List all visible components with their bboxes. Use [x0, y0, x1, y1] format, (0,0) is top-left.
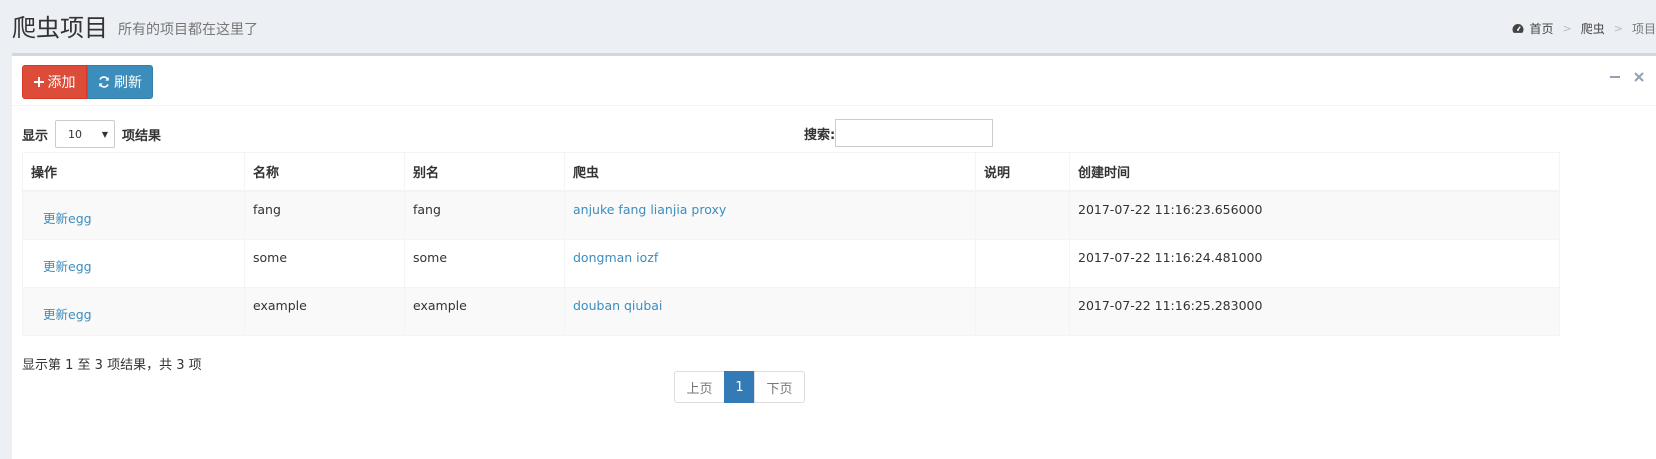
name-cell: example [244, 286, 405, 336]
page-length-select[interactable]: 10 ▼ [55, 120, 116, 148]
page-number-button[interactable]: 1 [724, 371, 755, 403]
page-subtitle: 所有的项目都在这里了 [118, 22, 258, 38]
add-button[interactable]: 添加 [22, 65, 87, 99]
column-header-created-time[interactable]: 创建时间 [1069, 152, 1560, 192]
operation-cell: 更新egg [22, 238, 245, 288]
created-time-cell: 2017-07-22 11:16:23.656000 [1069, 190, 1560, 240]
description-cell [975, 238, 1070, 288]
previous-page-button[interactable]: 上页 [674, 371, 725, 403]
description-cell [975, 286, 1070, 336]
name-cell: some [244, 238, 405, 288]
column-header-spiders[interactable]: 爬虫 [564, 152, 976, 192]
refresh-button-label: 刷新 [114, 75, 142, 91]
update-egg-link[interactable]: 更新egg [43, 307, 92, 322]
spiders-cell: douban qiubai [564, 286, 976, 336]
table-info: 显示第 1 至 3 项结果，共 3 项 [22, 358, 202, 373]
page-length-value: 10 [68, 127, 83, 141]
update-egg-link[interactable]: 更新egg [43, 259, 92, 274]
add-button-label: 添加 [47, 75, 76, 91]
column-header-alias[interactable]: 别名 [404, 152, 565, 192]
next-page-button[interactable]: 下页 [754, 371, 805, 403]
created-time-cell: 2017-07-22 11:16:25.283000 [1069, 286, 1560, 336]
column-header-name[interactable]: 名称 [244, 152, 405, 192]
description-cell [975, 190, 1070, 240]
times-icon[interactable] [1634, 70, 1644, 86]
search-input[interactable] [835, 119, 994, 147]
projects-box: 添加 刷新 显示 10 ▼ 项结果 搜索: 操作 名称 别名 爬虫 说明 创建时… [12, 53, 1656, 459]
table-row: 更新egg example example douban qiubai 2017… [22, 286, 1560, 336]
pagination: 上页 1 下页 [674, 371, 805, 403]
box-header: 添加 刷新 [12, 56, 1656, 106]
refresh-icon [98, 76, 110, 88]
alias-cell: some [404, 238, 565, 288]
name-cell: fang [244, 190, 405, 240]
search-label: 搜索: [804, 127, 836, 143]
page-title: 爬虫项目 [12, 14, 108, 42]
created-time-cell: 2017-07-22 11:16:24.481000 [1069, 238, 1560, 288]
operation-cell: 更新egg [22, 190, 245, 240]
projects-table: 操作 名称 别名 爬虫 说明 创建时间 更新egg fang fang anju… [22, 152, 1560, 336]
breadcrumb-current: 项目 [1631, 22, 1656, 36]
operation-cell: 更新egg [22, 286, 245, 336]
plus-icon [33, 77, 44, 87]
breadcrumb-separator: > [1613, 22, 1623, 35]
spiders-link[interactable]: dongman iozf [573, 250, 658, 265]
table-header-row: 操作 名称 别名 爬虫 说明 创建时间 [22, 152, 1560, 192]
column-header-operation[interactable]: 操作 [22, 152, 245, 192]
alias-cell: example [404, 286, 565, 336]
search-control: 搜索: [804, 119, 994, 147]
column-header-description[interactable]: 说明 [975, 152, 1070, 192]
page-length-control: 显示 10 ▼ 项结果 [22, 120, 161, 148]
refresh-button[interactable]: 刷新 [87, 65, 153, 99]
caret-down-icon: ▼ [101, 129, 109, 139]
breadcrumb-separator: > [1562, 22, 1572, 35]
update-egg-link[interactable]: 更新egg [43, 211, 92, 226]
spiders-link[interactable]: douban qiubai [573, 298, 662, 313]
spiders-cell: dongman iozf [564, 238, 976, 288]
length-suffix: 项结果 [122, 128, 162, 144]
alias-cell: fang [404, 190, 565, 240]
content-header: 爬虫项目 所有的项目都在这里了 首页 > 爬虫 > 项目 [0, 0, 1656, 52]
spiders-cell: anjuke fang lianjia proxy [564, 190, 976, 240]
minus-icon[interactable] [1610, 70, 1620, 86]
box-tools [1610, 70, 1644, 86]
length-prefix: 显示 [22, 128, 49, 144]
breadcrumb-spider[interactable]: 爬虫 [1581, 20, 1605, 37]
breadcrumb-home[interactable]: 首页 [1530, 20, 1554, 37]
table-row: 更新egg fang fang anjuke fang lianjia prox… [22, 190, 1560, 240]
spiders-link[interactable]: anjuke fang lianjia proxy [573, 202, 726, 217]
table-row: 更新egg some some dongman iozf 2017-07-22 … [22, 238, 1560, 288]
breadcrumb: 首页 > 爬虫 > 项目 [1512, 20, 1656, 37]
dashboard-icon [1512, 23, 1524, 34]
